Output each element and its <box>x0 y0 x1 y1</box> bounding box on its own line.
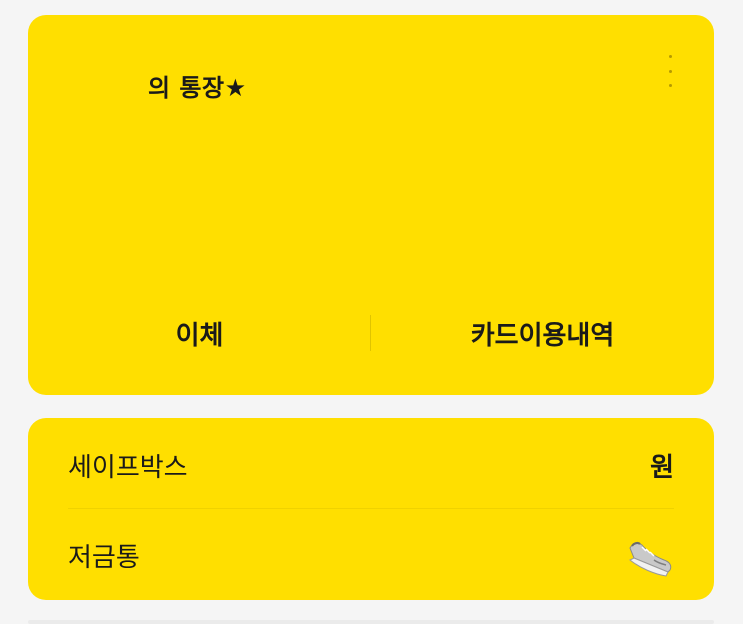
balance-area <box>228 165 528 245</box>
sneaker-icon <box>629 541 672 577</box>
card-history-button[interactable]: 카드이용내역 <box>371 305 714 361</box>
transfer-button[interactable]: 이체 <box>28 305 371 361</box>
piggybank-label: 저금통 <box>68 542 140 573</box>
more-vertical-icon <box>668 55 672 58</box>
safebox-row[interactable]: 세이프박스 원 <box>68 435 674 495</box>
more-vertical-icon-dot <box>668 84 672 87</box>
row-divider <box>68 508 674 509</box>
account-actions: 이체 카드이용내역 <box>28 305 714 361</box>
next-card-edge <box>28 620 714 624</box>
piggybank-row[interactable]: 저금통 <box>68 525 674 585</box>
safebox-balance: 원 <box>650 452 674 483</box>
more-vertical-icon-dot <box>668 69 672 73</box>
account-card[interactable]: 의 통장★ 이체 카드이용내역 <box>28 15 714 395</box>
account-title: 의 통장★ <box>148 74 247 102</box>
more-options-button[interactable] <box>662 55 678 87</box>
safebox-label: 세이프박스 <box>68 452 188 483</box>
sub-accounts-card: 세이프박스 원 저금통 <box>28 418 714 600</box>
